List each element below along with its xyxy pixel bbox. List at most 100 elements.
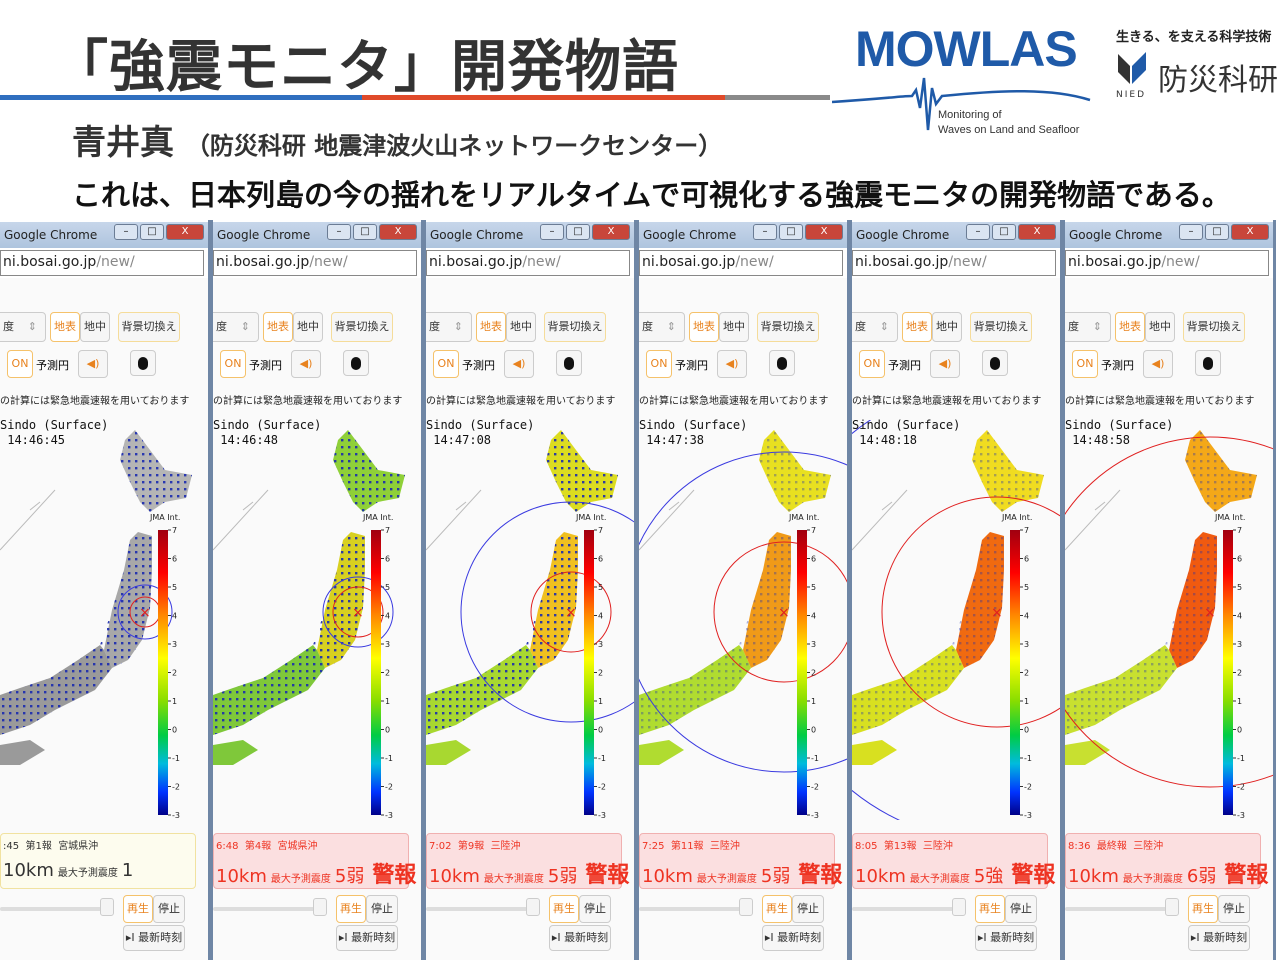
info-button[interactable] <box>982 350 1008 376</box>
underground-toggle[interactable]: 地中 <box>80 312 110 342</box>
minimize-button[interactable]: – <box>327 224 351 240</box>
background-switch-button[interactable]: 背景切換え <box>118 312 180 342</box>
surface-toggle[interactable]: 地表 <box>476 312 506 342</box>
maximize-button[interactable]: □ <box>566 224 590 240</box>
surface-toggle[interactable]: 地表 <box>902 312 932 342</box>
close-button[interactable]: X <box>379 224 417 240</box>
stop-button[interactable]: 停止 <box>579 895 611 923</box>
latest-time-button[interactable]: ▸I 最新時刻 <box>1188 925 1250 951</box>
maximize-button[interactable]: □ <box>353 224 377 240</box>
stop-button[interactable]: 停止 <box>366 895 398 923</box>
close-button[interactable]: X <box>166 224 204 240</box>
play-button[interactable]: 再生 <box>1188 895 1218 923</box>
surface-toggle[interactable]: 地表 <box>263 312 293 342</box>
time-slider[interactable] <box>1065 907 1175 911</box>
surface-toggle[interactable]: 地表 <box>689 312 719 342</box>
info-button[interactable] <box>343 350 369 376</box>
play-button[interactable]: 再生 <box>549 895 579 923</box>
slider-handle[interactable] <box>739 898 753 916</box>
surface-toggle[interactable]: 地表 <box>1115 312 1145 342</box>
latest-time-button[interactable]: ▸I 最新時刻 <box>975 925 1037 951</box>
play-button[interactable]: 再生 <box>336 895 366 923</box>
info-button[interactable] <box>556 350 582 376</box>
slider-handle[interactable] <box>100 898 114 916</box>
stop-button[interactable]: 停止 <box>1005 895 1037 923</box>
address-bar[interactable]: ni.bosai.go.jp/new/ <box>639 250 843 276</box>
underground-toggle[interactable]: 地中 <box>932 312 962 342</box>
address-bar[interactable]: ni.bosai.go.jp/new/ <box>1065 250 1269 276</box>
slider-handle[interactable] <box>1165 898 1179 916</box>
info-button[interactable] <box>1195 350 1221 376</box>
intensity-map[interactable]: × JMA Int. 7 6 5 4 3 2 1 0 -1 -2 -3 <box>426 420 637 820</box>
display-select[interactable]: 度 ⇕ <box>0 312 46 342</box>
sound-button[interactable]: ◀) <box>291 350 321 378</box>
display-select[interactable]: 度 ⇕ <box>1065 312 1111 342</box>
maximize-button[interactable]: □ <box>140 224 164 240</box>
stop-button[interactable]: 停止 <box>153 895 185 923</box>
background-switch-button[interactable]: 背景切換え <box>757 312 819 342</box>
minimize-button[interactable]: – <box>114 224 138 240</box>
time-slider[interactable] <box>426 907 536 911</box>
time-slider[interactable] <box>852 907 962 911</box>
underground-toggle[interactable]: 地中 <box>293 312 323 342</box>
sound-button[interactable]: ◀) <box>78 350 108 378</box>
slider-handle[interactable] <box>313 898 327 916</box>
minimize-button[interactable]: – <box>1179 224 1203 240</box>
maximize-button[interactable]: □ <box>779 224 803 240</box>
forecast-circle-on-toggle[interactable]: ON <box>646 350 672 378</box>
forecast-circle-on-toggle[interactable]: ON <box>433 350 459 378</box>
background-switch-button[interactable]: 背景切換え <box>1183 312 1245 342</box>
minimize-button[interactable]: – <box>540 224 564 240</box>
latest-time-button[interactable]: ▸I 最新時刻 <box>549 925 611 951</box>
address-bar[interactable]: ni.bosai.go.jp/new/ <box>852 250 1056 276</box>
slider-handle[interactable] <box>526 898 540 916</box>
time-slider[interactable] <box>213 907 323 911</box>
slider-handle[interactable] <box>952 898 966 916</box>
latest-time-button[interactable]: ▸I 最新時刻 <box>123 925 185 951</box>
forecast-circle-on-toggle[interactable]: ON <box>859 350 885 378</box>
background-switch-button[interactable]: 背景切換え <box>544 312 606 342</box>
display-select[interactable]: 度 ⇕ <box>213 312 259 342</box>
forecast-circle-on-toggle[interactable]: ON <box>1072 350 1098 378</box>
play-button[interactable]: 再生 <box>975 895 1005 923</box>
background-switch-button[interactable]: 背景切換え <box>970 312 1032 342</box>
info-button[interactable] <box>130 350 156 376</box>
underground-toggle[interactable]: 地中 <box>719 312 749 342</box>
latest-time-button[interactable]: ▸I 最新時刻 <box>336 925 398 951</box>
time-slider[interactable] <box>639 907 749 911</box>
maximize-button[interactable]: □ <box>992 224 1016 240</box>
play-button[interactable]: 再生 <box>762 895 792 923</box>
sound-button[interactable]: ◀) <box>717 350 747 378</box>
sound-button[interactable]: ◀) <box>1143 350 1173 378</box>
intensity-map[interactable]: × JMA Int. 7 6 5 4 3 2 1 0 -1 -2 -3 <box>639 420 850 820</box>
close-button[interactable]: X <box>805 224 843 240</box>
address-bar[interactable]: ni.bosai.go.jp/new/ <box>0 250 204 276</box>
close-button[interactable]: X <box>1018 224 1056 240</box>
stop-button[interactable]: 停止 <box>792 895 824 923</box>
display-select[interactable]: 度 ⇕ <box>639 312 685 342</box>
time-slider[interactable] <box>0 907 110 911</box>
minimize-button[interactable]: – <box>966 224 990 240</box>
play-button[interactable]: 再生 <box>123 895 153 923</box>
maximize-button[interactable]: □ <box>1205 224 1229 240</box>
latest-time-button[interactable]: ▸I 最新時刻 <box>762 925 824 951</box>
close-button[interactable]: X <box>592 224 630 240</box>
surface-toggle[interactable]: 地表 <box>50 312 80 342</box>
forecast-circle-on-toggle[interactable]: ON <box>220 350 246 378</box>
intensity-map[interactable]: × JMA Int. 7 6 5 4 3 2 1 0 -1 -2 -3 <box>0 420 211 820</box>
sound-button[interactable]: ◀) <box>930 350 960 378</box>
intensity-map[interactable]: × JMA Int. 7 6 5 4 3 2 1 0 -1 -2 -3 <box>213 420 424 820</box>
background-switch-button[interactable]: 背景切換え <box>331 312 393 342</box>
intensity-map[interactable]: × JMA Int. 7 6 5 4 3 2 1 0 -1 -2 -3 <box>852 420 1063 820</box>
underground-toggle[interactable]: 地中 <box>1145 312 1175 342</box>
address-bar[interactable]: ni.bosai.go.jp/new/ <box>213 250 417 276</box>
display-select[interactable]: 度 ⇕ <box>852 312 898 342</box>
sound-button[interactable]: ◀) <box>504 350 534 378</box>
forecast-circle-on-toggle[interactable]: ON <box>7 350 33 378</box>
minimize-button[interactable]: – <box>753 224 777 240</box>
close-button[interactable]: X <box>1231 224 1269 240</box>
underground-toggle[interactable]: 地中 <box>506 312 536 342</box>
intensity-map[interactable]: × JMA Int. 7 6 5 4 3 2 1 0 -1 -2 -3 <box>1065 420 1276 820</box>
info-button[interactable] <box>769 350 795 376</box>
display-select[interactable]: 度 ⇕ <box>426 312 472 342</box>
